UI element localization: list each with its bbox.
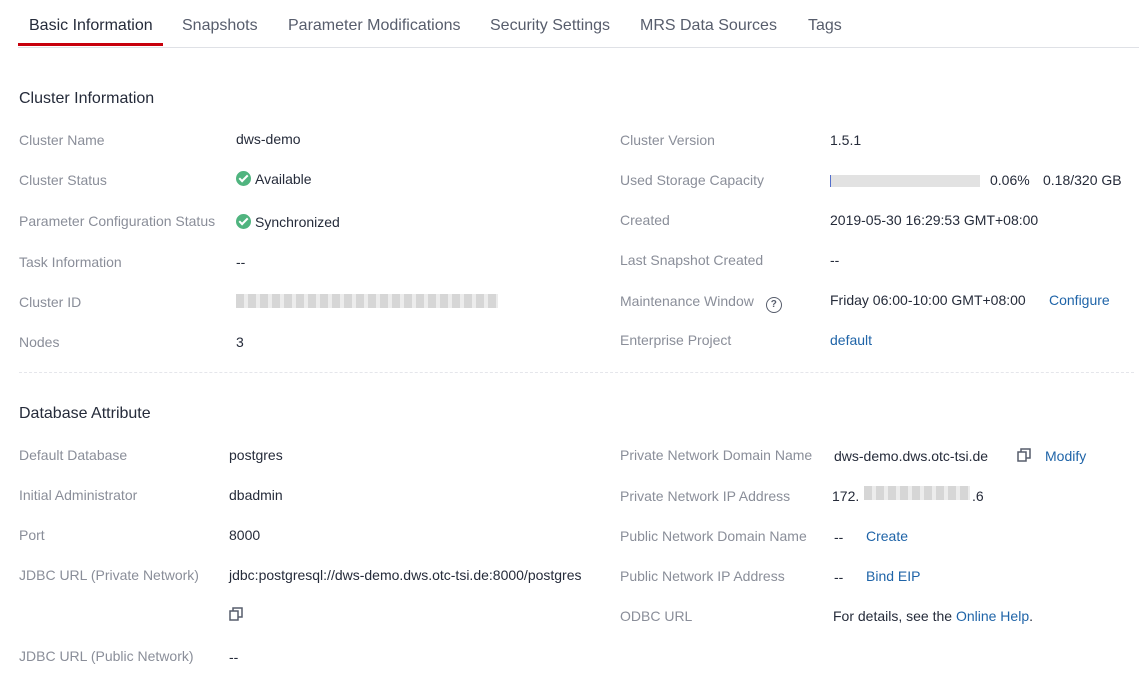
task-info-label: Task Information: [19, 254, 122, 270]
public-domain-label: Public Network Domain Name: [620, 528, 807, 544]
cluster-name-label: Cluster Name: [19, 132, 105, 148]
tab-snapshots[interactable]: Snapshots: [182, 17, 258, 35]
help-icon[interactable]: ?: [765, 297, 782, 313]
configure-link[interactable]: Configure: [1049, 292, 1110, 308]
port-value: 8000: [229, 527, 261, 543]
active-tab-indicator: [18, 43, 163, 46]
create-link[interactable]: Create: [866, 528, 908, 544]
param-status-value: Synchronized: [236, 214, 340, 230]
check-circle-icon: [236, 171, 251, 186]
online-help-link[interactable]: Online Help: [956, 608, 1029, 624]
last-snapshot-label: Last Snapshot Created: [620, 252, 764, 268]
param-status-text: Synchronized: [255, 214, 340, 230]
private-ip-label: Private Network IP Address: [620, 488, 791, 504]
task-info-value: --: [236, 254, 246, 270]
enterprise-project-label: Enterprise Project: [620, 332, 732, 348]
private-domain-value: dws-demo.dws.otc-tsi.de: [834, 448, 989, 464]
storage-percent: 0.06%: [990, 172, 1030, 188]
odbc-url-value: For details, see the Online Help.: [833, 608, 1033, 624]
jdbc-public-label: JDBC URL (Public Network): [19, 648, 194, 664]
tab-mrs-data-sources[interactable]: MRS Data Sources: [640, 17, 777, 35]
tab-basic-information[interactable]: Basic Information: [29, 17, 153, 35]
param-status-label: Parameter Configuration Status: [19, 213, 216, 229]
enterprise-project-link[interactable]: default: [830, 332, 872, 348]
cluster-version-label: Cluster Version: [620, 132, 715, 148]
cluster-status-text: Available: [255, 171, 312, 187]
section-title-database-attribute: Database Attribute: [19, 405, 151, 422]
storage-progress-bar: [830, 175, 980, 187]
last-snapshot-value: --: [830, 252, 840, 268]
tab-bar: Basic Information Snapshots Parameter Mo…: [18, 0, 1139, 48]
used-storage-label: Used Storage Capacity: [620, 172, 764, 188]
private-domain-label: Private Network Domain Name: [620, 447, 813, 463]
nodes-label: Nodes: [19, 334, 60, 350]
copy-icon[interactable]: [229, 607, 243, 621]
section-title-cluster-information: Cluster Information: [19, 90, 155, 107]
public-domain-value: --: [834, 529, 844, 545]
storage-amount: 0.18/320 GB: [1043, 172, 1122, 188]
created-value: 2019-05-30 16:29:53 GMT+08:00: [830, 212, 1039, 228]
cluster-name-value: dws-demo: [236, 131, 301, 147]
cluster-status-label: Cluster Status: [19, 172, 107, 188]
public-ip-value: --: [834, 569, 844, 585]
port-label: Port: [19, 527, 45, 543]
bind-eip-link[interactable]: Bind EIP: [866, 568, 920, 584]
tab-tags[interactable]: Tags: [808, 17, 842, 35]
cluster-id-redacted: [236, 294, 498, 308]
odbc-url-label: ODBC URL: [620, 608, 693, 624]
default-database-label: Default Database: [19, 447, 128, 463]
maintenance-window-text: Maintenance Window: [620, 293, 754, 309]
jdbc-private-value: jdbc:postgresql://dws-demo.dws.otc-tsi.d…: [229, 567, 582, 583]
cluster-id-label: Cluster ID: [19, 294, 82, 310]
cluster-version-value: 1.5.1: [830, 132, 862, 148]
public-ip-label: Public Network IP Address: [620, 568, 785, 584]
odbc-url-text: For details, see the: [833, 608, 956, 624]
initial-admin-label: Initial Administrator: [19, 487, 138, 503]
initial-admin-value: dbadmin: [229, 487, 283, 503]
section-divider: [19, 372, 1134, 373]
copy-icon[interactable]: [1017, 448, 1031, 462]
tab-parameter-modifications[interactable]: Parameter Modifications: [288, 17, 461, 35]
jdbc-public-value: --: [229, 649, 239, 665]
created-label: Created: [620, 212, 670, 228]
nodes-value: 3: [236, 334, 244, 350]
tab-security-settings[interactable]: Security Settings: [490, 17, 610, 35]
default-database-value: postgres: [229, 447, 283, 463]
maintenance-window-value: Friday 06:00-10:00 GMT+08:00: [830, 292, 1026, 308]
modify-link[interactable]: Modify: [1045, 448, 1086, 464]
check-circle-icon: [236, 214, 251, 229]
jdbc-private-label: JDBC URL (Private Network): [19, 567, 199, 583]
maintenance-window-label: Maintenance Window ?: [620, 293, 782, 313]
cluster-status-value: Available: [236, 171, 312, 187]
private-ip-redacted: [864, 486, 970, 500]
private-ip-suffix: .6: [972, 488, 984, 504]
private-ip-prefix: 172.: [832, 488, 860, 504]
odbc-url-period: .: [1029, 608, 1033, 624]
